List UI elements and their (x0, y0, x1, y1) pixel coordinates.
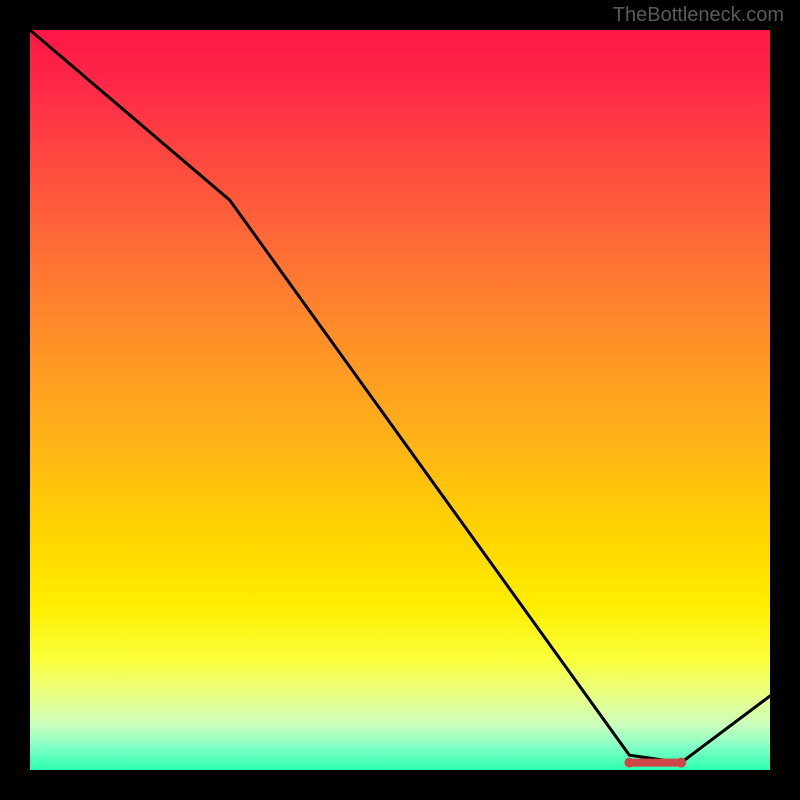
chart-svg (30, 30, 770, 770)
bottleneck-curve-line (30, 30, 770, 763)
frame-left (0, 0, 30, 800)
optimal-range-marker (624, 758, 686, 768)
watermark-text: TheBottleneck.com (613, 4, 784, 27)
frame-bottom (0, 770, 800, 800)
frame-right (770, 0, 800, 800)
chart-plot-area (30, 30, 770, 770)
